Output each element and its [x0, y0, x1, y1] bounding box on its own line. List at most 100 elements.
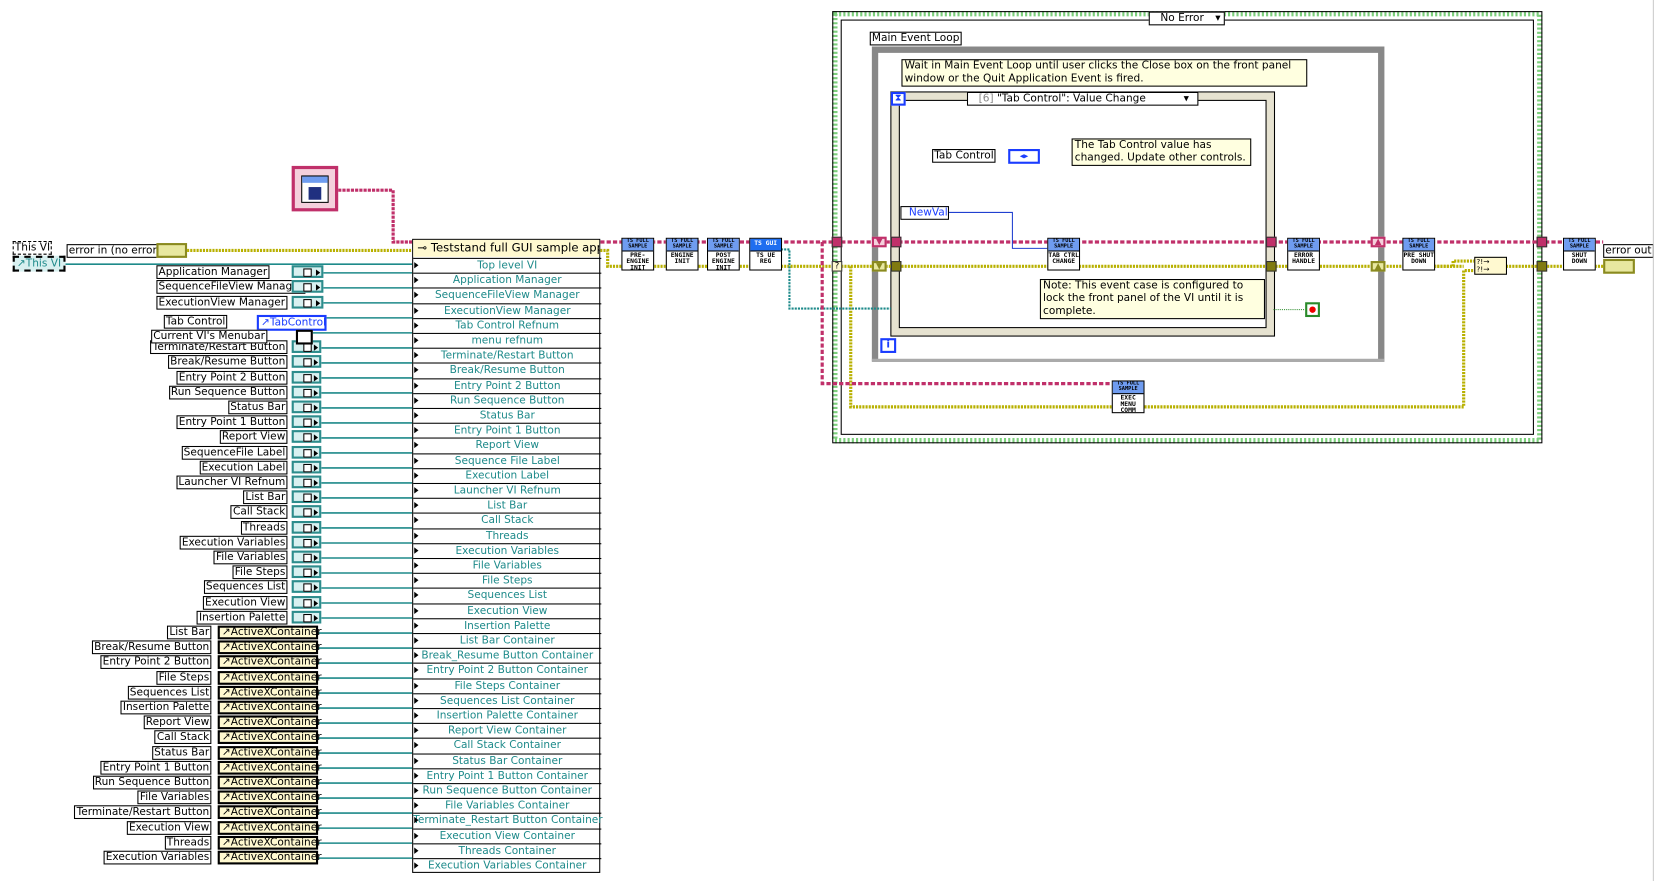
bundle-element[interactable]: Execution Variables Container — [413, 858, 602, 873]
shift-register-error-left[interactable]: ▼ — [871, 261, 887, 272]
control-terminal[interactable] — [291, 370, 322, 384]
bundle-element[interactable]: Entry Point 1 Button Container — [413, 768, 602, 783]
bundle-element[interactable]: Application Manager — [413, 272, 602, 288]
shift-register-error-right[interactable]: ▲ — [1370, 261, 1386, 272]
bundle-element[interactable]: Sequence File Label — [413, 452, 602, 468]
manager-terminal[interactable] — [291, 295, 324, 309]
control-terminal[interactable] — [291, 490, 322, 504]
shift-register-refnum-left[interactable]: ▼ — [871, 236, 887, 248]
bundle-element[interactable]: Entry Point 1 Button — [413, 422, 602, 438]
shut-down-subvi[interactable]: TS FULL SAMPLE SHUT DOWN — [1563, 237, 1596, 271]
control-terminal[interactable] — [291, 415, 322, 429]
pre-engine-init-subvi[interactable]: TS FULL SAMPLE PRE-ENGINE INIT — [621, 237, 655, 271]
vertical-scrollbar[interactable] — [1652, 0, 1657, 881]
control-terminal[interactable] — [291, 565, 322, 579]
control-terminal[interactable] — [291, 355, 322, 369]
control-terminal[interactable] — [291, 400, 322, 414]
bundle-by-name-node[interactable]: ⊸ Teststand full GUI sample appli Top le… — [412, 238, 603, 873]
bundle-element[interactable]: Status Bar — [413, 407, 602, 423]
bundle-element[interactable]: Report View — [413, 437, 602, 453]
activex-container-reference[interactable]: ↗ActiveXContainer — [217, 835, 322, 850]
control-terminal[interactable] — [291, 535, 322, 549]
menubar-reference-icon[interactable] — [295, 329, 313, 345]
bundle-element[interactable]: Terminate/Restart Button — [413, 347, 602, 363]
activex-container-reference[interactable]: ↗ActiveXContainer — [217, 715, 322, 730]
bundle-element[interactable]: Threads Container — [413, 843, 602, 858]
activex-container-reference[interactable]: ↗ActiveXContainer — [217, 760, 322, 775]
bundle-element[interactable]: Sequences List — [413, 587, 602, 603]
bundle-element[interactable]: File Variables Container — [413, 798, 602, 813]
bundle-element[interactable]: Tab Control Refnum — [413, 317, 602, 333]
activex-container-reference[interactable]: ↗ActiveXContainer — [217, 700, 322, 715]
error-out-indicator[interactable] — [1603, 258, 1635, 274]
activex-container-reference[interactable]: ↗ActiveXContainer — [217, 625, 322, 640]
activex-container-reference[interactable]: ↗ActiveXContainer — [217, 640, 322, 655]
manager-terminal[interactable] — [291, 265, 324, 279]
bundle-element[interactable]: Launcher VI Refnum — [413, 482, 602, 498]
activex-container-reference[interactable]: ↗ActiveXContainer — [217, 655, 322, 670]
bundle-element[interactable]: Top level VI — [413, 257, 602, 273]
bundle-element[interactable]: File Steps — [413, 572, 602, 588]
bundle-element[interactable]: Entry Point 2 Button Container — [413, 663, 602, 678]
control-terminal[interactable] — [291, 445, 322, 459]
control-terminal[interactable] — [291, 475, 322, 489]
tab-ctrl-change-subvi[interactable]: TS FULL SAMPLE TAB CTRL CHANGE — [1047, 237, 1081, 271]
bundle-element[interactable]: Sequences List Container — [413, 693, 602, 708]
control-terminal[interactable] — [291, 610, 322, 624]
activex-container-reference[interactable]: ↗ActiveXContainer — [217, 730, 322, 745]
activex-container-reference[interactable]: ↗ActiveXContainer — [217, 775, 322, 790]
activex-container-reference[interactable]: ↗ActiveXContainer — [217, 745, 322, 760]
this-vi-reference[interactable]: ↗This VI — [12, 255, 66, 272]
control-terminal[interactable] — [291, 595, 322, 609]
bundle-element[interactable]: File Variables — [413, 557, 602, 573]
bundle-element[interactable]: Call Stack Container — [413, 738, 602, 753]
activex-container-reference[interactable]: ↗ActiveXContainer — [217, 850, 322, 865]
engine-init-subvi[interactable]: TS FULL SAMPLE ENGINE INIT — [665, 237, 699, 271]
bundle-element[interactable]: Terminate_Restart Button Container — [413, 813, 603, 828]
error-handle-subvi[interactable]: TS FULL SAMPLE ERROR HANDLE — [1287, 237, 1320, 271]
control-terminal[interactable] — [291, 550, 322, 564]
control-terminal[interactable] — [291, 580, 322, 594]
ts-ue-reg-subvi[interactable]: TS GUI TS UE REG — [749, 237, 783, 271]
bundle-element[interactable]: Execution Variables — [413, 542, 602, 558]
bundle-element[interactable]: Insertion Palette Container — [413, 708, 602, 723]
pre-shut-down-subvi[interactable]: TS FULL SAMPLE PRE SHUT DOWN — [1402, 237, 1436, 271]
bundle-element[interactable]: Call Stack — [413, 512, 602, 528]
activex-container-reference[interactable]: ↗ActiveXContainer — [217, 820, 322, 835]
control-terminal[interactable] — [291, 460, 322, 474]
bundle-element[interactable]: Execution View Container — [413, 828, 602, 843]
activex-container-reference[interactable]: ↗ActiveXContainer — [217, 670, 322, 685]
case-selector[interactable]: No Error ▾ — [1148, 11, 1225, 26]
vi-reference-icon[interactable] — [291, 165, 339, 212]
bundle-element[interactable]: Execution View — [413, 603, 602, 618]
bundle-element[interactable]: Break/Resume Button — [413, 362, 602, 378]
control-terminal[interactable] — [291, 520, 322, 534]
bundle-element[interactable]: SequenceFileView Manager — [413, 287, 602, 303]
bundle-element[interactable]: Threads — [413, 527, 602, 543]
control-terminal[interactable] — [291, 385, 322, 399]
bundle-element[interactable]: Run Sequence Button Container — [413, 783, 602, 798]
activex-container-reference[interactable]: ↗ActiveXContainer — [217, 685, 322, 700]
newval-event-data[interactable]: NewVal — [900, 206, 950, 220]
bundle-element[interactable]: menu refnum — [413, 332, 602, 348]
bundle-element[interactable]: Entry Point 2 Button — [413, 377, 602, 393]
bundle-element[interactable]: Run Sequence Button — [413, 392, 602, 408]
bundle-element[interactable]: List Bar — [413, 497, 602, 513]
control-terminal[interactable] — [291, 505, 322, 519]
stop-terminal[interactable] — [1305, 302, 1320, 318]
error-in-cluster-control[interactable] — [156, 243, 188, 258]
bundle-element[interactable]: Execution Label — [413, 467, 602, 483]
activex-container-reference[interactable]: ↗ActiveXContainer — [217, 790, 322, 805]
bundle-element[interactable]: ExecutionView Manager — [413, 302, 602, 318]
event-case-selector[interactable]: [6] "Tab Control": Value Change ▾ — [966, 91, 1199, 106]
bundle-element[interactable]: Break_Resume Button Container — [413, 648, 602, 663]
manager-terminal[interactable] — [291, 280, 324, 294]
bundle-element[interactable]: Report View Container — [413, 723, 602, 738]
bundle-element[interactable]: File Steps Container — [413, 678, 602, 693]
activex-container-reference[interactable]: ↗ActiveXContainer — [217, 805, 322, 820]
bundle-element[interactable]: Insertion Palette — [413, 618, 602, 633]
post-engine-init-subvi[interactable]: TS FULL SAMPLE POST ENGINE INIT — [706, 237, 740, 271]
merge-errors-node[interactable]: ?!→ ?!→ — [1474, 256, 1507, 275]
control-terminal[interactable] — [291, 430, 322, 444]
tab-control-reference[interactable]: ↗TabControl — [256, 314, 327, 331]
